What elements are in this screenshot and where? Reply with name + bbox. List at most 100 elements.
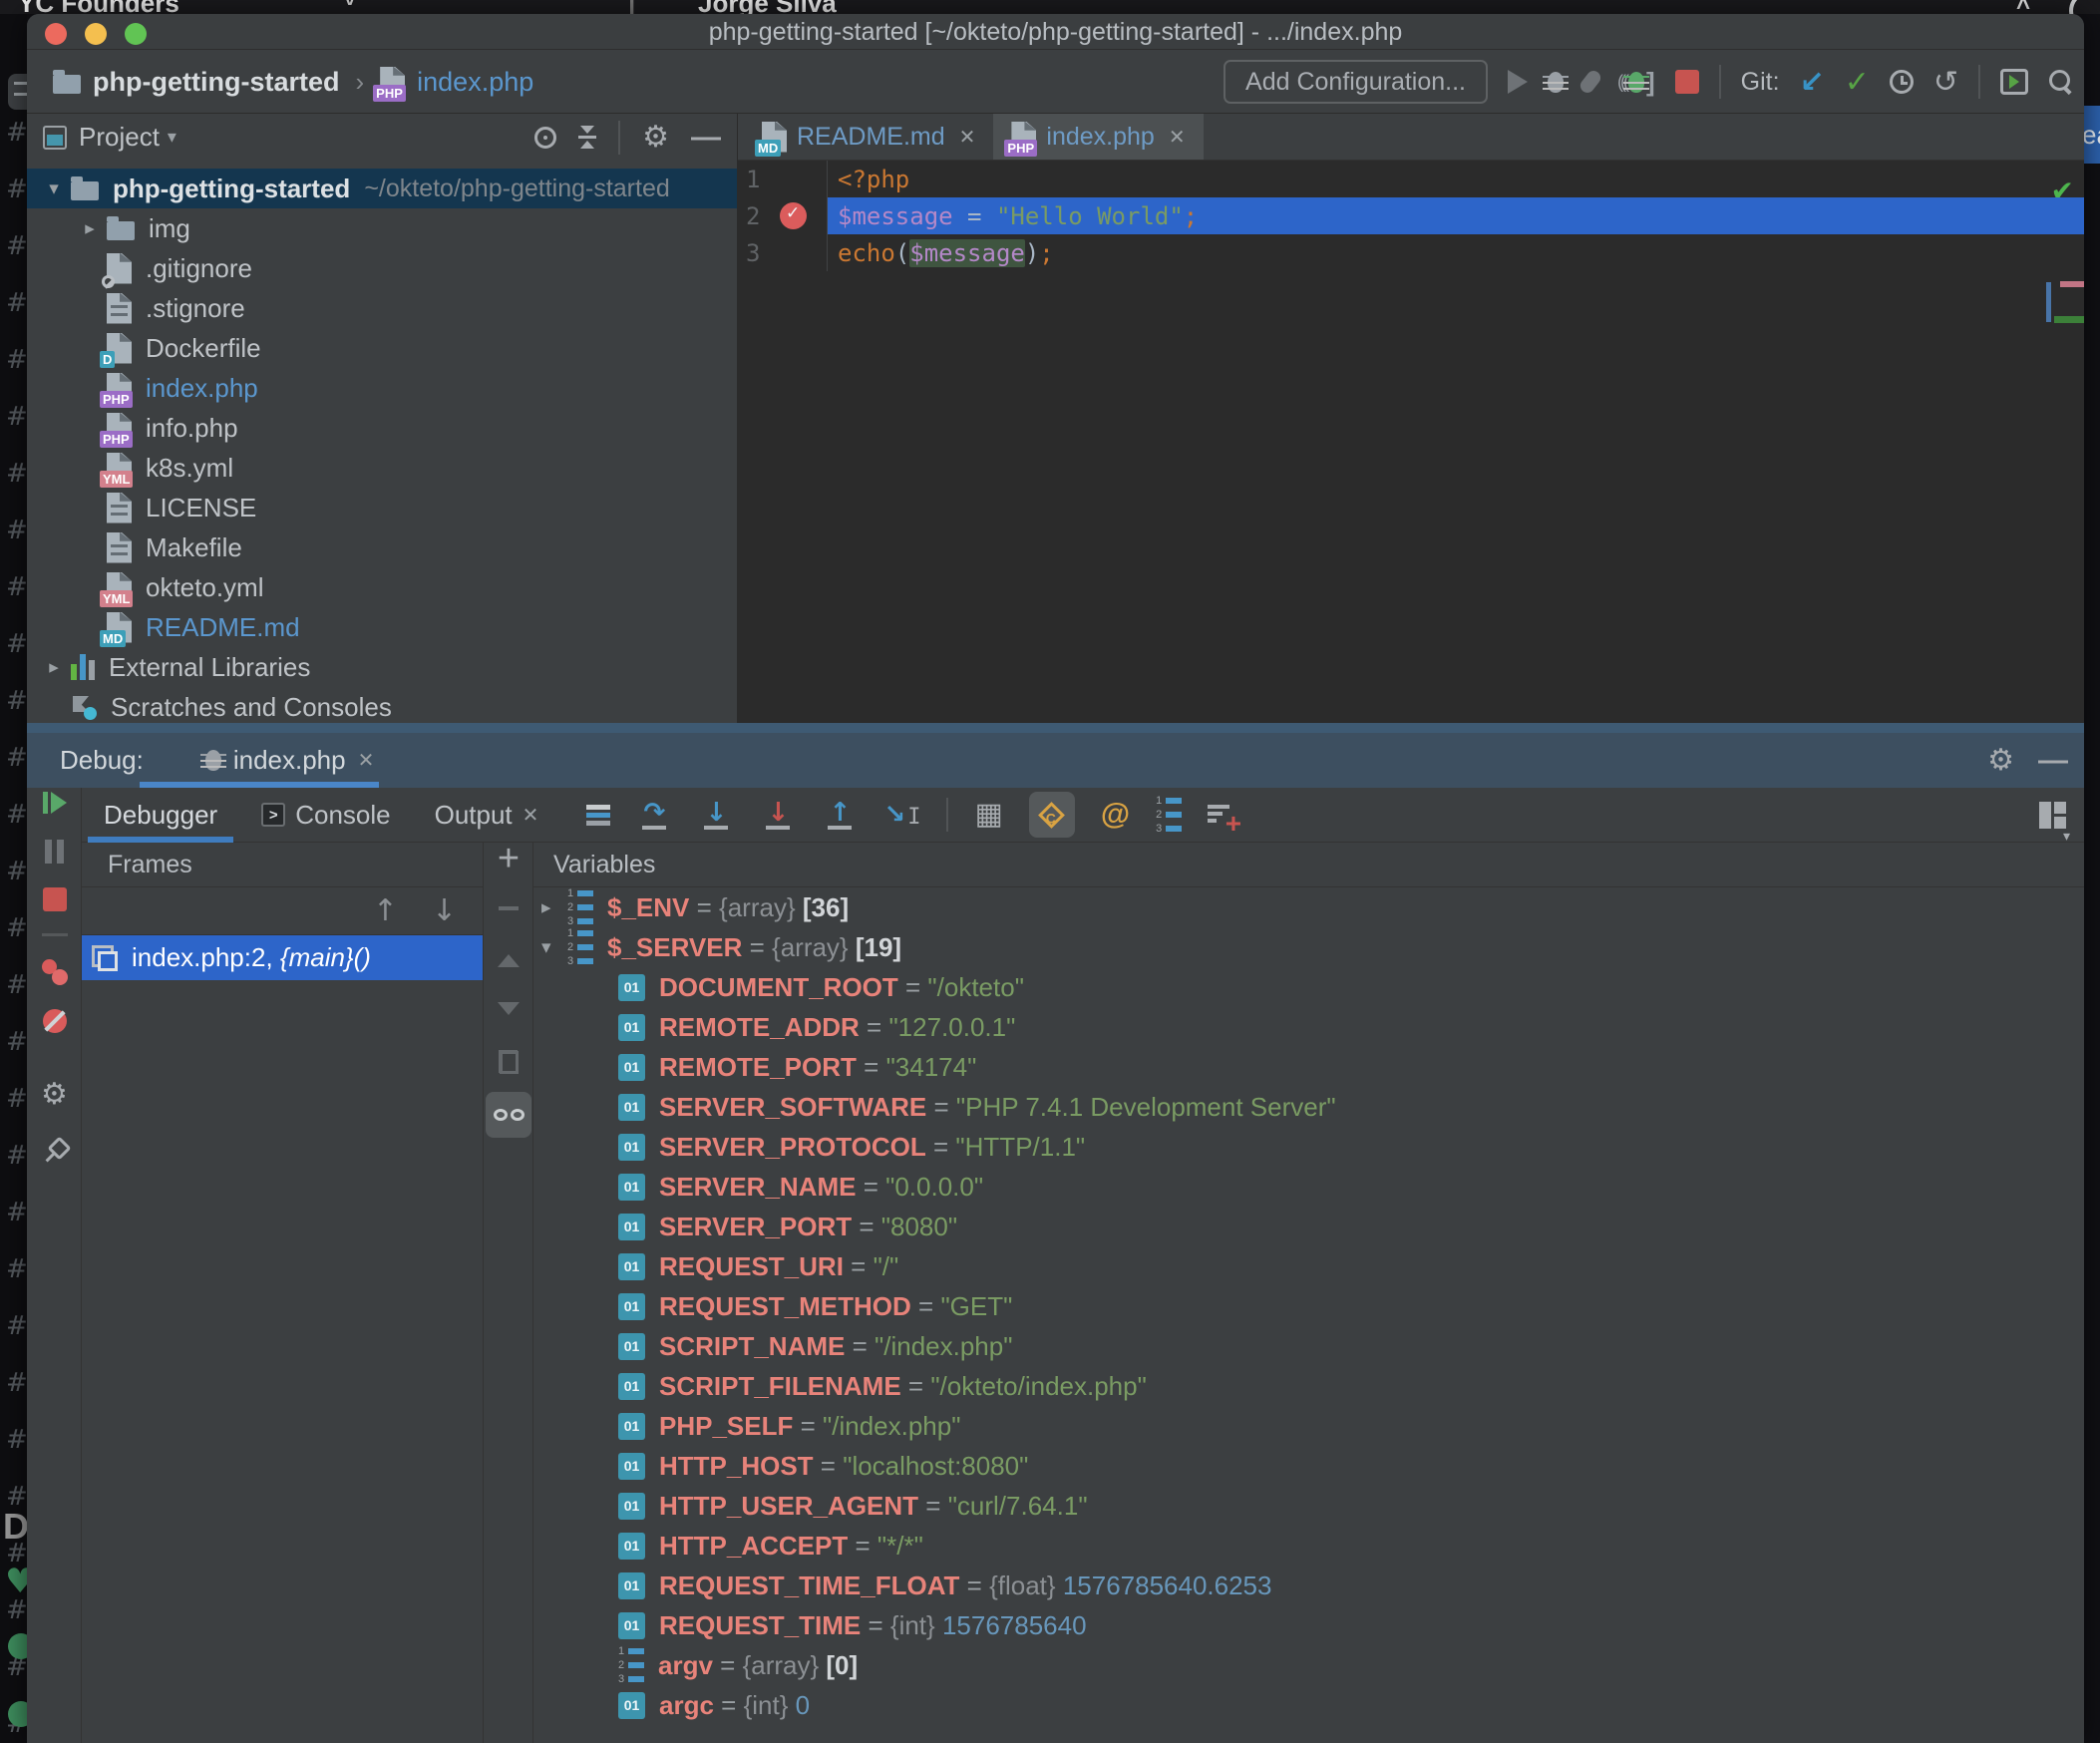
- chevron-down-icon[interactable]: ▾: [533, 936, 567, 958]
- variable-row-server-protocol[interactable]: 01SERVER_PROTOCOL = "HTTP/1.1": [533, 1127, 2084, 1167]
- select-opened-file-icon[interactable]: [534, 127, 556, 149]
- move-up-icon[interactable]: [484, 954, 533, 967]
- add-to-watches-icon[interactable]: +: [1208, 802, 1237, 828]
- variable-row-http-user-agent[interactable]: 01HTTP_USER_AGENT = "curl/7.64.1": [533, 1486, 2084, 1526]
- git-rollback-icon[interactable]: ↺: [1933, 65, 1958, 100]
- add-configuration-button[interactable]: Add Configuration...: [1224, 60, 1488, 104]
- variable-row-script-filename[interactable]: 01SCRIPT_FILENAME = "/okteto/index.php": [533, 1366, 2084, 1406]
- project-tree-item-license[interactable]: LICENSE: [27, 488, 737, 527]
- close-icon[interactable]: ✕: [1169, 125, 1186, 150]
- variable-row-remote-port[interactable]: 01REMOTE_PORT = "34174": [533, 1047, 2084, 1087]
- debug-icon[interactable]: [1548, 72, 1564, 93]
- show-references-icon[interactable]: @: [1101, 798, 1130, 832]
- chevron-right-icon[interactable]: ▸: [73, 217, 107, 239]
- stop-icon[interactable]: [1675, 70, 1699, 94]
- editor-tab-readme-md[interactable]: MDREADME.md✕: [744, 114, 993, 160]
- variable-row-server[interactable]: ▾123$_SERVER = {array} [19]: [533, 927, 2084, 967]
- variable-row-document-root[interactable]: 01DOCUMENT_ROOT = "/okteto": [533, 967, 2084, 1007]
- step-out-icon[interactable]: ↑: [822, 801, 858, 830]
- close-icon[interactable]: ✕: [358, 748, 375, 773]
- git-history-icon[interactable]: [1890, 70, 1914, 94]
- variable-row-php-self[interactable]: 01PHP_SELF = "/index.php": [533, 1406, 2084, 1446]
- debug-settings-gear-icon[interactable]: ⚙: [27, 1077, 82, 1112]
- variable-row-server-name[interactable]: 01SERVER_NAME = "0.0.0.0": [533, 1167, 2084, 1207]
- variable-row-argc[interactable]: 01argc = {int} 0: [533, 1685, 2084, 1725]
- force-step-into-icon[interactable]: ↓: [760, 801, 796, 830]
- mute-breakpoints-icon[interactable]: [27, 1009, 82, 1033]
- code-line-2[interactable]: 2$message = "Hello World";: [738, 197, 2084, 234]
- evaluate-expression-icon[interactable]: ▦: [974, 800, 1002, 830]
- view-breakpoints-icon[interactable]: [27, 959, 82, 985]
- variable-row-http-host[interactable]: 01HTTP_HOST = "localhost:8080": [533, 1446, 2084, 1486]
- inline-values-toggle-icon[interactable]: C: [1029, 792, 1075, 838]
- variable-row-request-method[interactable]: 01REQUEST_METHOD = "GET": [533, 1286, 2084, 1326]
- run-icon[interactable]: [1508, 70, 1528, 94]
- hide-panel-icon[interactable]: —: [2038, 756, 2068, 766]
- debug-session-tab[interactable]: index.php ✕: [205, 745, 375, 776]
- step-over-icon[interactable]: ↷: [636, 801, 672, 830]
- restore-layout-icon[interactable]: [2039, 802, 2066, 829]
- breakpoint-icon[interactable]: [780, 202, 807, 229]
- chevron-right-icon[interactable]: ▸: [533, 896, 567, 918]
- variable-row-request-time[interactable]: 01REQUEST_TIME = {int} 1576785640: [533, 1605, 2084, 1645]
- variable-row-request-time-float[interactable]: 01REQUEST_TIME_FLOAT = {float} 157678564…: [533, 1566, 2084, 1605]
- project-tree-item-k8s-yml[interactable]: YMLk8s.yml: [27, 448, 737, 488]
- code-line-1[interactable]: 1<?php: [738, 161, 2084, 197]
- breadcrumb[interactable]: php-getting-started › PHP index.php: [53, 50, 533, 114]
- editor-gutter[interactable]: 1: [738, 161, 828, 197]
- threads-view-icon[interactable]: [586, 802, 610, 829]
- project-tree-item-makefile[interactable]: Makefile: [27, 527, 737, 567]
- editor-gutter[interactable]: 2: [738, 197, 828, 234]
- close-icon[interactable]: ✕: [959, 125, 976, 150]
- gear-icon[interactable]: ⚙: [642, 120, 669, 155]
- variable-row-server-software[interactable]: 01SERVER_SOFTWARE = "PHP 7.4.1 Developme…: [533, 1087, 2084, 1127]
- debug-splitter[interactable]: [27, 723, 2084, 733]
- debugger-tab-output[interactable]: Output✕: [413, 788, 561, 843]
- chevron-right-icon[interactable]: ▸: [37, 656, 71, 678]
- attach-debugger-icon[interactable]: [1577, 68, 1603, 96]
- zoom-window-button[interactable]: [125, 23, 147, 45]
- git-commit-icon[interactable]: ✓: [1845, 65, 1870, 100]
- project-tree-item-gitignore[interactable]: .gitignore: [27, 248, 737, 288]
- variable-row-script-name[interactable]: 01SCRIPT_NAME = "/index.php": [533, 1326, 2084, 1366]
- titlebar[interactable]: php-getting-started [~/okteto/php-gettin…: [27, 14, 2084, 50]
- project-tree-item-stignore[interactable]: .stignore: [27, 288, 737, 328]
- stack-frame-item[interactable]: index.php:2, {main}(): [82, 935, 483, 980]
- project-tree-item-external-libraries[interactable]: ▸External Libraries: [27, 647, 737, 687]
- remove-watch-icon[interactable]: [484, 906, 533, 910]
- project-tree-item-dockerfile[interactable]: DDockerfile: [27, 328, 737, 368]
- step-into-icon[interactable]: ↓: [698, 801, 734, 830]
- start-listening-php-debug-icon[interactable]: (((]: [1617, 67, 1655, 98]
- variable-row-env[interactable]: ▸123$_ENV = {array} [36]: [533, 887, 2084, 927]
- close-icon[interactable]: ✕: [523, 803, 539, 828]
- run-anything-icon[interactable]: [2000, 69, 2028, 95]
- add-watch-icon[interactable]: +: [484, 845, 533, 872]
- project-tree-item-img[interactable]: ▸img: [27, 208, 737, 248]
- project-header-label[interactable]: Project: [79, 122, 160, 153]
- breadcrumb-file[interactable]: index.php: [417, 67, 533, 98]
- minimize-window-button[interactable]: [85, 23, 107, 45]
- stop-icon[interactable]: [27, 887, 82, 911]
- breadcrumb-project[interactable]: php-getting-started: [93, 67, 339, 98]
- editor-body[interactable]: ✔ 1<?php2$message = "Hello World";3echo(…: [738, 161, 2084, 723]
- variable-row-server-port[interactable]: 01SERVER_PORT = "8080": [533, 1207, 2084, 1246]
- run-to-cursor-icon[interactable]: ↘I: [883, 800, 920, 830]
- gear-icon[interactable]: ⚙: [1987, 743, 2014, 778]
- project-tree-item-info-php[interactable]: PHPinfo.php: [27, 408, 737, 448]
- numbered-list-icon[interactable]: 123: [1156, 796, 1182, 835]
- close-window-button[interactable]: [45, 23, 67, 45]
- variable-row-remote-addr[interactable]: 01REMOTE_ADDR = "127.0.0.1": [533, 1007, 2084, 1047]
- search-everywhere-icon[interactable]: [2048, 69, 2074, 95]
- debugger-tab-debugger[interactable]: Debugger: [82, 788, 239, 843]
- project-tree-item-php-getting-started[interactable]: ▾php-getting-started~/okteto/php-getting…: [27, 169, 737, 208]
- chevron-down-icon[interactable]: ▾: [168, 127, 176, 148]
- copy-icon[interactable]: [484, 1050, 533, 1074]
- next-frame-icon[interactable]: ↓: [432, 893, 457, 928]
- resume-program-icon[interactable]: [27, 792, 82, 814]
- move-down-icon[interactable]: [484, 1002, 533, 1015]
- chevron-down-icon[interactable]: ▾: [37, 177, 71, 199]
- project-tree-item-index-php[interactable]: PHPindex.php: [27, 368, 737, 408]
- previous-frame-icon[interactable]: ↑: [373, 893, 398, 928]
- variable-row-request-uri[interactable]: 01REQUEST_URI = "/": [533, 1246, 2084, 1286]
- variable-row-argv[interactable]: 123argv = {array} [0]: [533, 1645, 2084, 1685]
